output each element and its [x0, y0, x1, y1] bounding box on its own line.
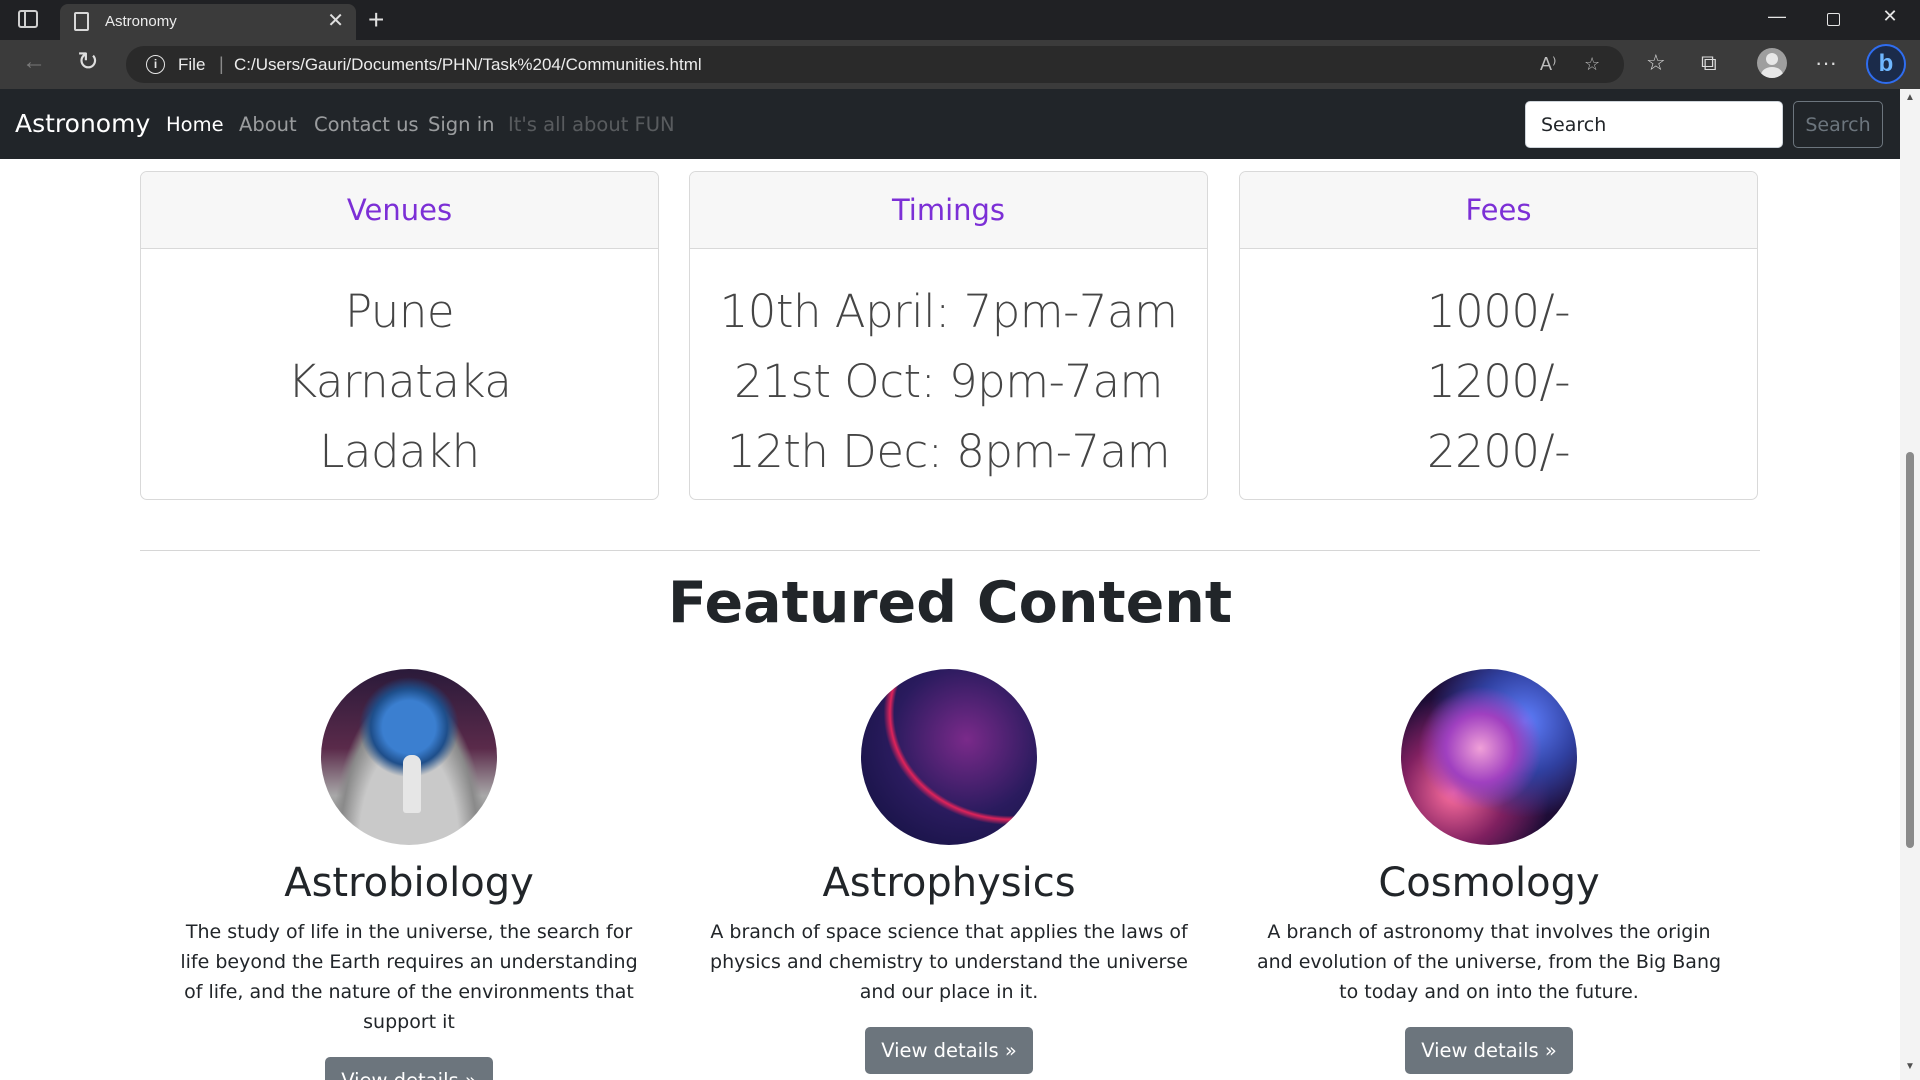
page-icon [74, 12, 89, 31]
scroll-down-icon[interactable]: ▼ [1905, 1061, 1915, 1072]
feature-title: Astrophysics [822, 860, 1076, 906]
card-header: Venues [141, 172, 658, 249]
page-viewport: Astronomy Home About Contact us Sign in … [0, 89, 1920, 1080]
nav-link-contact[interactable]: Contact us [314, 113, 419, 136]
site-navbar: Astronomy Home About Contact us Sign in … [0, 89, 1900, 159]
feature-cosmology: Cosmology A branch of astronomy that inv… [1229, 669, 1749, 1074]
card-line: 1000/- [1427, 285, 1570, 338]
nav-link-about[interactable]: About [239, 113, 297, 136]
reload-icon[interactable]: ↻ [77, 46, 99, 77]
scroll-up-icon[interactable]: ▲ [1905, 92, 1915, 103]
bing-copilot-icon[interactable]: b [1866, 44, 1906, 84]
tab-actions-icon[interactable] [18, 10, 38, 28]
minimize-icon[interactable]: — [1762, 6, 1792, 27]
view-details-button[interactable]: View details » [325, 1057, 493, 1080]
card-line: Karnataka [287, 355, 512, 408]
feature-title: Astrobiology [284, 860, 534, 906]
feature-description: A branch of astronomy that involves the … [1256, 921, 1722, 1003]
astronaut-image [321, 669, 497, 845]
add-favorite-icon[interactable]: ☆ [1584, 54, 1600, 75]
card-line: 12th Dec: 8pm-7am [726, 425, 1171, 478]
info-icon[interactable]: i [146, 55, 165, 74]
timings-card: Timings 10th April: 7pm-7am 21st Oct: 9p… [689, 171, 1208, 500]
new-tab-icon[interactable]: + [368, 4, 384, 36]
nav-link-sign-in[interactable]: Sign in [428, 113, 495, 136]
browser-tab-bar: Astronomy ✕ + — ✕ [0, 0, 1920, 40]
browser-toolbar: ← ↻ i File | C:/Users/Gauri/Documents/PH… [0, 40, 1920, 89]
feature-description: A branch of space science that applies t… [710, 921, 1188, 1003]
address-bar[interactable]: i File | C:/Users/Gauri/Documents/PHN/Ta… [126, 46, 1624, 83]
read-aloud-icon[interactable]: A⁾ [1540, 54, 1556, 75]
space-curve-image [861, 669, 1037, 845]
more-options-icon[interactable]: ··· [1815, 50, 1837, 76]
nav-link-fun-disabled: It's all about FUN [508, 113, 675, 136]
file-label: File [178, 55, 206, 74]
featured-content-title: Featured Content [667, 570, 1233, 636]
collections-icon[interactable]: ⧉ [1701, 50, 1717, 76]
search-button[interactable]: Search [1793, 101, 1883, 148]
nebula-image [1401, 669, 1577, 845]
view-details-button[interactable]: View details » [1405, 1027, 1573, 1074]
search-input[interactable] [1525, 101, 1783, 148]
close-tab-icon[interactable]: ✕ [327, 9, 344, 33]
card-header: Timings [690, 172, 1207, 249]
feature-title: Cosmology [1378, 860, 1600, 906]
card-line: 21st Oct: 9pm-7am [734, 355, 1163, 408]
browser-tab[interactable]: Astronomy ✕ [60, 4, 356, 40]
fees-card: Fees 1000/- 1200/- 2200/- [1239, 171, 1758, 500]
favorites-icon[interactable]: ☆ [1646, 50, 1666, 76]
card-line: 1200/- [1427, 355, 1570, 408]
card-line: Ladakh [319, 425, 480, 478]
back-icon[interactable]: ← [22, 48, 46, 76]
card-line: 10th April: 7pm-7am [719, 285, 1178, 338]
profile-avatar[interactable] [1757, 48, 1787, 78]
view-details-button[interactable]: View details » [865, 1027, 1033, 1074]
close-window-icon[interactable]: ✕ [1875, 6, 1905, 27]
venues-card: Venues Pune Karnataka Ladakh [140, 171, 659, 500]
page-scrollbar[interactable]: ▲ ▼ [1900, 89, 1920, 1080]
card-header: Fees [1240, 172, 1757, 249]
restore-icon[interactable] [1818, 6, 1848, 31]
navbar-brand[interactable]: Astronomy [15, 109, 150, 138]
url-text[interactable]: C:/Users/Gauri/Documents/PHN/Task%204/Co… [234, 55, 702, 75]
card-line: 2200/- [1427, 425, 1570, 478]
feature-astrophysics: Astrophysics A branch of space science t… [689, 669, 1209, 1074]
section-divider [140, 550, 1760, 551]
feature-astrobiology: Astrobiology The study of life in the un… [149, 669, 669, 1080]
scrollbar-thumb[interactable] [1906, 452, 1914, 848]
nav-link-home[interactable]: Home [166, 113, 224, 136]
address-separator: | [219, 54, 224, 74]
feature-description: The study of life in the universe, the s… [180, 921, 638, 1033]
tab-title: Astronomy [105, 13, 177, 30]
card-line: Pune [344, 285, 455, 338]
